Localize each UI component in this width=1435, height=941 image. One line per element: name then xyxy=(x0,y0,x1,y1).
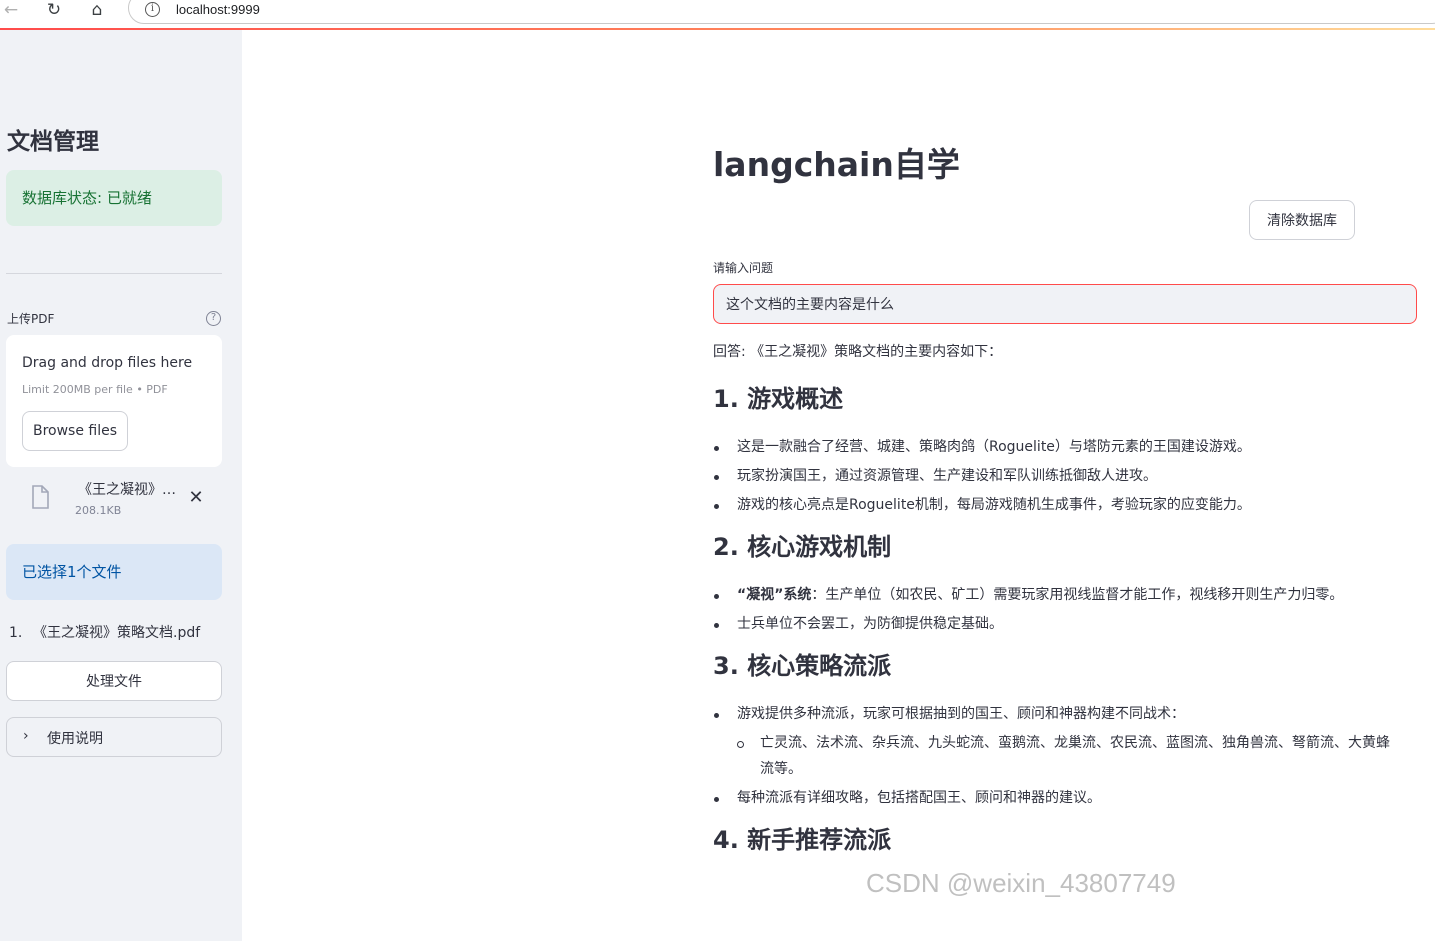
list-item: “凝视”系统：生产单位（如农民、矿工）需要玩家用视线监督才能工作，视线移开则生产… xyxy=(713,582,1403,608)
back-arrow-icon[interactable]: ← xyxy=(0,0,22,20)
uploaded-file-size: 208.1KB xyxy=(75,504,122,517)
section-heading: 2. 核心游戏机制 xyxy=(713,533,892,561)
answer-intro: 回答: 《王之凝视》策略文档的主要内容如下： xyxy=(713,344,1003,360)
bold-term: “凝视”系统 xyxy=(737,587,812,603)
chevron-right-icon: › xyxy=(23,728,29,744)
sidebar-divider xyxy=(6,273,222,274)
clear-database-button[interactable]: 清除数据库 xyxy=(1249,200,1355,240)
browser-toolbar: ← ↻ ⌂ i localhost:9999 xyxy=(0,0,1435,28)
dropzone-limit: Limit 200MB per file • PDF xyxy=(22,383,168,396)
help-icon[interactable]: ? xyxy=(206,311,221,326)
list-item: 游戏的核心亮点是Roguelite机制，每局游戏随机生成事件，考验玩家的应变能力… xyxy=(713,492,1403,518)
process-files-button[interactable]: 处理文件 xyxy=(6,661,222,701)
list-item-text: ：生产单位（如农民、矿工）需要玩家用视线监督才能工作，视线移开则生产力归零。 xyxy=(811,587,1344,603)
file-icon xyxy=(32,485,49,509)
list-item: 这是一款融合了经营、城建、策略肉鸽（Roguelite）与塔防元素的王国建设游戏… xyxy=(713,434,1403,460)
file-dropzone[interactable]: Drag and drop files here Limit 200MB per… xyxy=(6,335,222,467)
sidebar: 文档管理 数据库状态: 已就绪 上传PDF ? Drag and drop fi… xyxy=(0,30,242,941)
address-bar[interactable]: i localhost:9999 xyxy=(128,0,1435,24)
usage-expander[interactable]: › 使用说明 xyxy=(6,717,222,757)
file-list: 1. 《王之凝视》策略文档.pdf xyxy=(9,622,200,642)
section-heading: 4. 新手推荐流派 xyxy=(713,826,892,854)
question-label: 请输入问题 xyxy=(713,261,774,275)
bullet-list: “凝视”系统：生产单位（如农民、矿工）需要玩家用视线监督才能工作，视线移开则生产… xyxy=(713,582,1403,637)
watermark: CSDN @weixin_43807749 xyxy=(866,868,1176,898)
uploaded-file-name: 《王之凝视》… xyxy=(78,482,176,498)
usage-label: 使用说明 xyxy=(47,731,103,747)
section-heading: 3. 核心策略流派 xyxy=(713,652,892,680)
sub-list-item: 亡灵流、法术流、杂兵流、九头蛇流、蛮鹅流、龙巢流、农民流、蓝图流、独角兽流、弩箭… xyxy=(713,730,1403,782)
list-item: 游戏提供多种流派，玩家可根据抽到的国王、顾问和神器构建不同战术： xyxy=(713,701,1403,727)
question-input[interactable] xyxy=(713,284,1417,324)
section-heading: 1. 游戏概述 xyxy=(713,385,844,413)
bullet-list: 游戏提供多种流派，玩家可根据抽到的国王、顾问和神器构建不同战术： 亡灵流、法术流… xyxy=(713,701,1403,811)
home-icon[interactable]: ⌂ xyxy=(86,0,108,20)
list-item-number: 1. xyxy=(9,625,23,641)
remove-file-icon[interactable]: ✕ xyxy=(186,487,206,508)
answer-block: 回答: 《王之凝视》策略文档的主要内容如下： 1. 游戏概述 这是一款融合了经营… xyxy=(713,342,1403,875)
reload-icon[interactable]: ↻ xyxy=(43,0,65,20)
list-item: 每种流派有详细攻略，包括搭配国王、顾问和神器的建议。 xyxy=(713,785,1403,811)
list-item: 士兵单位不会罢工，为防御提供稳定基础。 xyxy=(713,611,1403,637)
selected-files-alert: 已选择1个文件 xyxy=(6,544,222,600)
dropzone-title: Drag and drop files here xyxy=(22,355,193,371)
bullet-list: 这是一款融合了经营、城建、策略肉鸽（Roguelite）与塔防元素的王国建设游戏… xyxy=(713,434,1403,518)
upload-label: 上传PDF xyxy=(7,312,55,326)
url-text: localhost:9999 xyxy=(176,2,260,17)
site-info-icon[interactable]: i xyxy=(145,2,160,17)
browse-files-button[interactable]: Browse files xyxy=(22,411,128,451)
page-title: langchain自学 xyxy=(713,145,960,184)
sidebar-title: 文档管理 xyxy=(7,129,99,155)
list-item: 玩家扮演国王，通过资源管理、生产建设和军队训练抵御敌人进攻。 xyxy=(713,463,1403,489)
main-content: langchain自学 清除数据库 请输入问题 回答: 《王之凝视》策略文档的主… xyxy=(242,30,1435,941)
db-status-alert: 数据库状态: 已就绪 xyxy=(6,170,222,226)
list-item: 《王之凝视》策略文档.pdf xyxy=(33,625,201,641)
